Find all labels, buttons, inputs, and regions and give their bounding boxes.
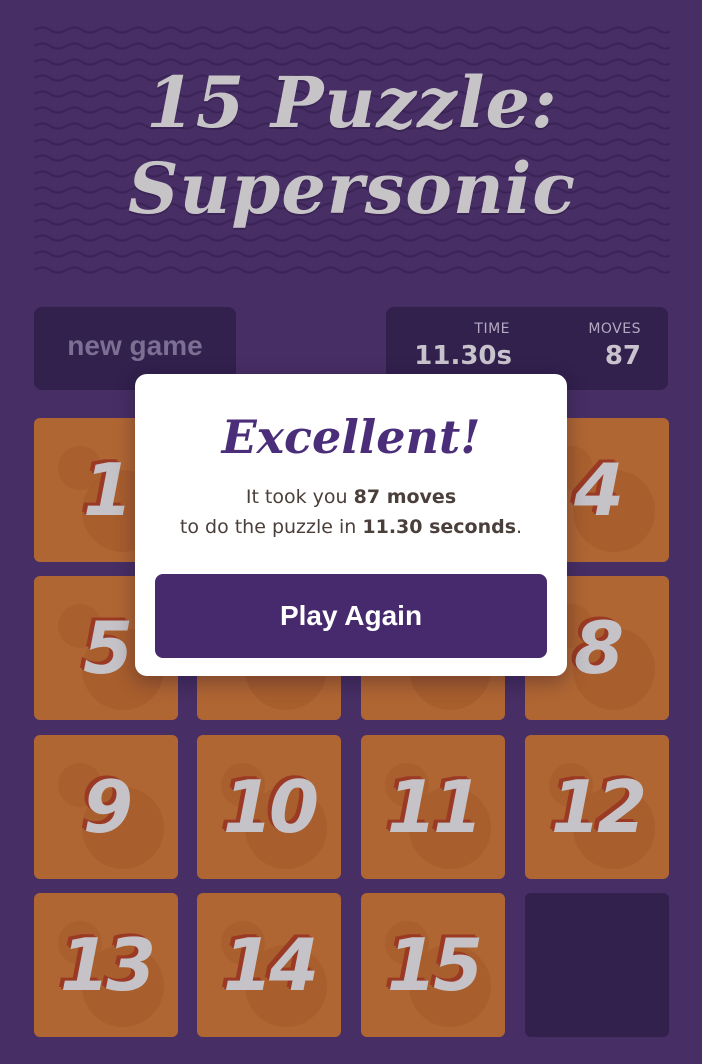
dialog-text-end: . [516, 516, 523, 538]
tile-12[interactable]: 12 [525, 735, 669, 879]
moves-count-text: 87 moves [353, 486, 457, 508]
dialog-line-2: to do the puzzle in 11.30 seconds. [135, 512, 567, 542]
tile-number: 10 [222, 765, 319, 849]
moves-value: 87 [604, 341, 641, 371]
dialog-text-part1: It took you [245, 486, 354, 508]
time-label: TIME [474, 321, 510, 337]
title-line-1: 15 Puzzle: [146, 61, 558, 144]
time-value: 11.30s [414, 341, 512, 371]
tile-number: 12 [550, 765, 647, 849]
win-dialog: Excellent! It took you 87 moves to do th… [135, 374, 567, 676]
game-title: 15 Puzzle: Supersonic [34, 60, 670, 232]
time-result-text: 11.30 seconds [362, 516, 517, 538]
tile-11[interactable]: 11 [361, 735, 505, 879]
tile-14[interactable]: 14 [197, 893, 341, 1037]
moves-label: MOVES [588, 321, 641, 337]
title-area: 15 Puzzle: Supersonic [34, 22, 670, 276]
tile-number: 13 [59, 923, 156, 1007]
tile-number: 9 [82, 765, 133, 849]
tile-9[interactable]: 9 [34, 735, 178, 879]
title-line-2: Supersonic [127, 147, 576, 230]
dialog-message: It took you 87 moves to do the puzzle in… [135, 482, 567, 542]
dialog-line-1: It took you 87 moves [135, 482, 567, 512]
dialog-text-part2: to do the puzzle in [179, 516, 363, 538]
tile-10[interactable]: 10 [197, 735, 341, 879]
tile-13[interactable]: 13 [34, 893, 178, 1037]
dialog-heading: Excellent! [221, 410, 481, 464]
tile-number: 15 [386, 923, 483, 1007]
tile-number: 11 [386, 765, 483, 849]
play-again-button[interactable]: Play Again [155, 574, 547, 658]
empty-slot [525, 893, 669, 1037]
tile-number: 14 [222, 923, 319, 1007]
tile-15[interactable]: 15 [361, 893, 505, 1037]
